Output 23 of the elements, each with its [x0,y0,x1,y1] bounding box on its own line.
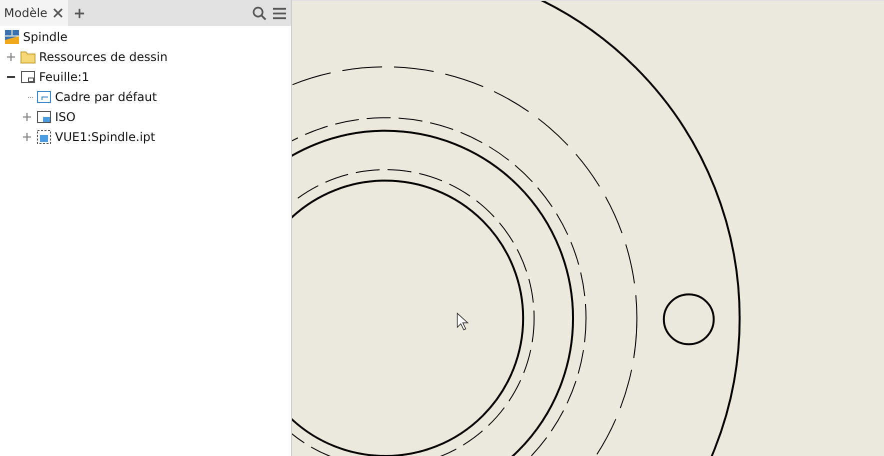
folder-icon [20,49,36,65]
collapse-icon[interactable] [6,73,14,81]
expand-icon[interactable] [6,53,14,61]
tree-item[interactable]: Ressources de dessin [39,50,168,64]
tree-item[interactable]: VUE1:Spindle.ipt [55,130,156,144]
drawing-canvas[interactable] [292,0,884,456]
expand-icon[interactable] [22,133,30,141]
tree-item[interactable]: Spindle [23,30,68,44]
view-icon [36,129,52,145]
tree-item[interactable]: ISO [55,110,76,124]
model-tab[interactable]: Modèle [0,0,68,26]
tree-item[interactable]: Feuille:1 [39,70,90,84]
search-icon[interactable] [252,6,267,20]
title-block-icon [36,109,52,125]
tree-item[interactable]: Cadre par défaut [55,90,157,104]
expand-icon[interactable] [22,113,30,121]
document-icon [4,29,20,45]
sheet-icon [20,69,36,85]
add-icon[interactable] [74,8,86,18]
border-icon [36,89,52,105]
cursor-icon [456,312,469,330]
close-icon[interactable] [53,8,64,18]
menu-icon[interactable] [272,6,287,20]
